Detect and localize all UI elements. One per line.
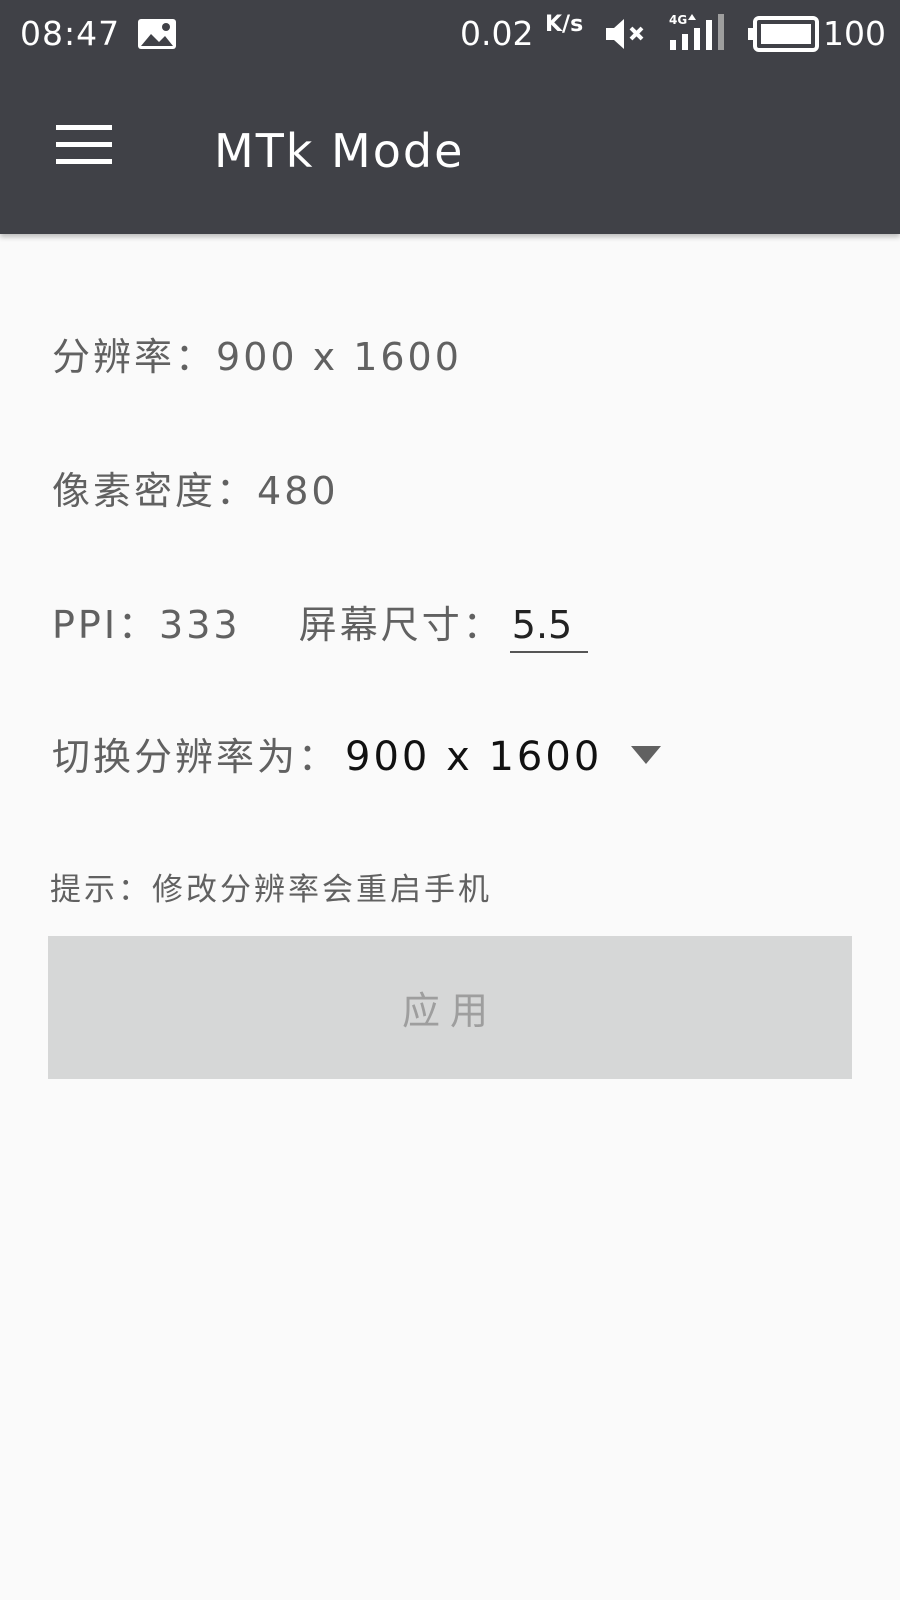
hint-text: 提示：修改分辨率会重启手机 — [50, 872, 492, 908]
app-bar: MTk Mode — [0, 72, 900, 234]
ppi-value: 333 — [159, 603, 241, 647]
resolution-dropdown-value: 900 x 1600 — [345, 733, 603, 780]
gallery-icon — [138, 19, 176, 49]
mute-icon — [606, 19, 644, 49]
screen-size-label: 屏幕尺寸： — [298, 603, 504, 647]
resolution-dropdown[interactable]: 900 x 1600 — [345, 732, 685, 788]
app-title: MTk Mode — [214, 124, 465, 178]
menu-button[interactable] — [46, 112, 122, 182]
dropdown-arrow-icon — [631, 745, 662, 764]
network-type-label: 4G — [669, 13, 687, 27]
switch-resolution-row: 切换分辨率为： 900 x 1600 — [52, 726, 685, 788]
top-bar: 08:47 0.02 K/s 4G 100 MTk Mode — [0, 0, 900, 234]
density-row: 像素密度：480 — [52, 460, 339, 515]
ppi-row: PPI：333 屏幕尺寸： — [52, 594, 588, 653]
density-label: 像素密度： — [52, 469, 258, 513]
status-bar: 08:47 0.02 K/s 4G 100 — [0, 0, 900, 72]
battery-level: 100 — [823, 14, 886, 53]
network-speed-value: 0.02 — [460, 14, 534, 53]
battery-icon — [748, 16, 819, 52]
signal-icon: 4G — [669, 13, 724, 50]
ppi-label: PPI： — [52, 603, 160, 647]
resolution-row: 分辨率：900 x 1600 — [52, 326, 462, 381]
density-value: 480 — [257, 469, 339, 513]
resolution-value: 900 x 1600 — [216, 335, 462, 379]
switch-resolution-label: 切换分辨率为： — [52, 735, 340, 779]
status-time: 08:47 — [20, 14, 121, 53]
resolution-label: 分辨率： — [52, 335, 217, 379]
network-speed-unit: K/s — [545, 12, 584, 37]
hamburger-menu-icon — [56, 125, 112, 164]
screen-size-input[interactable] — [509, 603, 588, 653]
apply-button[interactable]: 应用 — [48, 936, 852, 1079]
